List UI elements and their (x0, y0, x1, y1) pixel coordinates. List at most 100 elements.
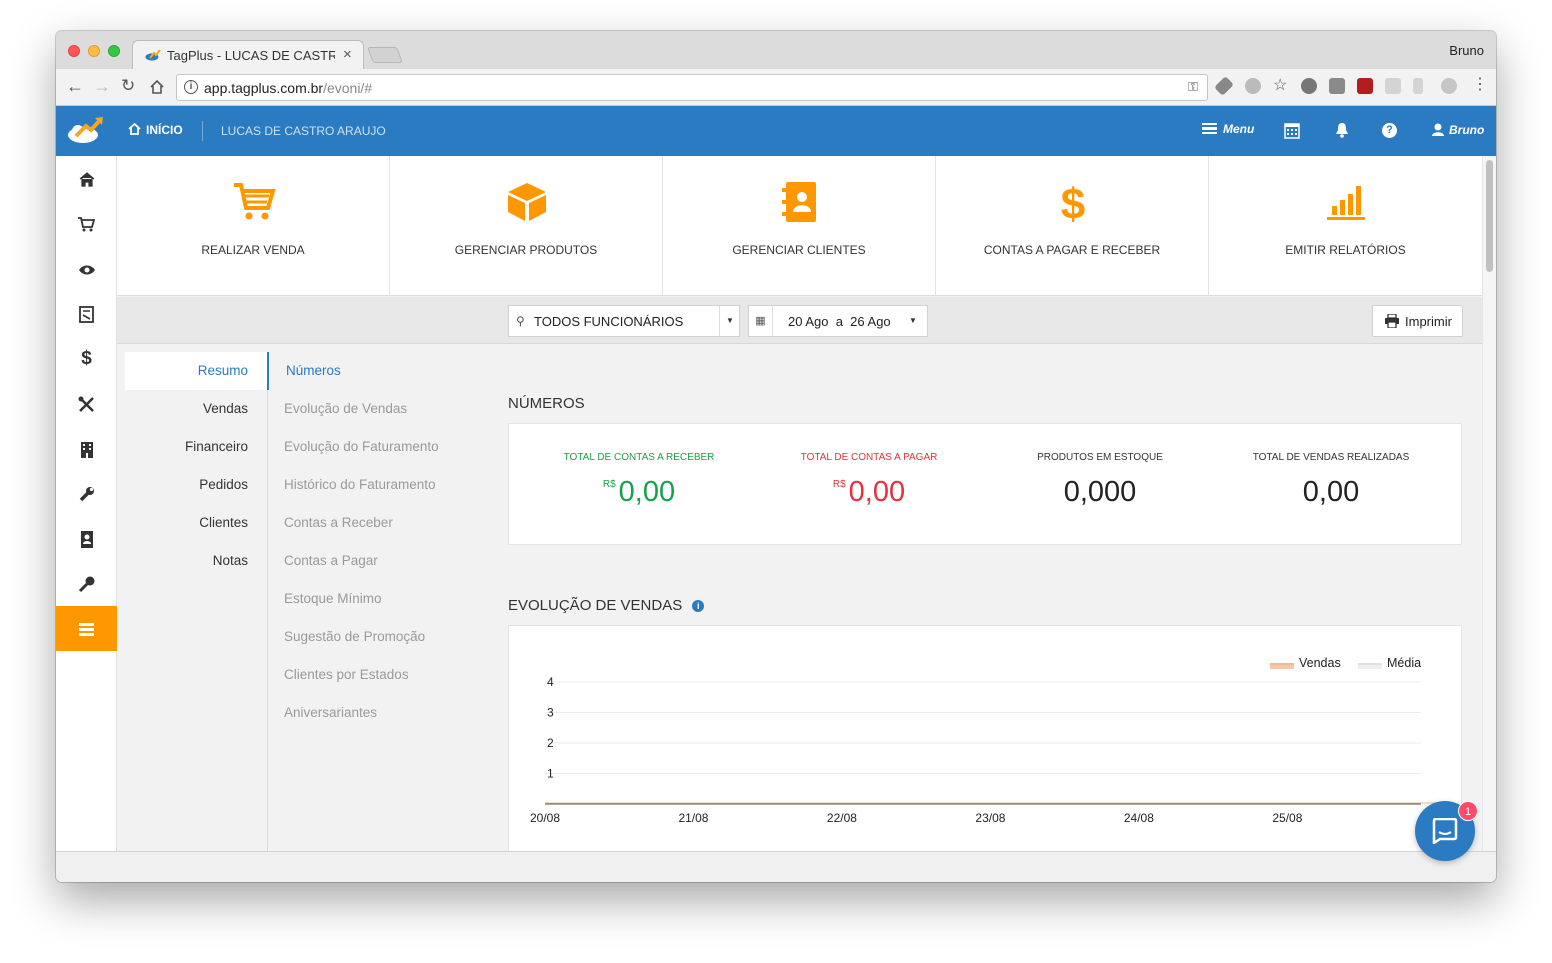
help-icon[interactable]: ? (1382, 123, 1397, 138)
stat-value: 0,000 (1063, 476, 1137, 508)
category-vendas[interactable]: Vendas (125, 390, 268, 428)
trash-extension-icon[interactable] (1413, 78, 1423, 94)
extension-red-icon[interactable] (1357, 78, 1373, 94)
browser-menu-icon[interactable]: ⋮ (1472, 74, 1488, 93)
user-menu[interactable]: Bruno (1449, 123, 1484, 137)
company-name[interactable]: LUCAS DE CASTRO ARAUJO (221, 124, 386, 138)
browser-tab[interactable]: TagPlus - LUCAS DE CASTRO × (132, 40, 364, 69)
printer-icon (1385, 314, 1399, 328)
sales-chart-title: EVOLUÇÃO DE VENDAS i (508, 597, 705, 614)
sidebar-tools-icon[interactable] (56, 381, 117, 426)
chat-notification-badge: 1 (1458, 801, 1478, 821)
dollar-icon: $ (1061, 182, 1085, 224)
site-info-icon[interactable]: i (184, 80, 198, 94)
url-text: app.tagplus.com.br/evoni/# (204, 80, 373, 96)
y-tick-label: 2 (547, 736, 554, 750)
quick-actions: REALIZAR VENDA GERENCIAR PRODUTOS GERENC… (117, 156, 1482, 296)
subsection-sugestao-promocao[interactable]: Sugestão de Promoção (284, 618, 425, 656)
info-icon[interactable]: i (692, 600, 705, 612)
tab-close-icon[interactable]: × (343, 46, 352, 63)
minimize-window-button[interactable] (88, 45, 100, 57)
bell-icon[interactable] (1335, 122, 1349, 138)
bookmark-star-icon[interactable]: ☆ (1273, 75, 1289, 94)
main-content: REALIZAR VENDA GERENCIAR PRODUTOS GERENC… (117, 156, 1482, 851)
subsection-numeros[interactable]: Números (286, 352, 341, 390)
subsection-clientes-estados[interactable]: Clientes por Estados (284, 656, 409, 694)
action-label: REALIZAR VENDA (201, 243, 305, 257)
forward-arrow-icon[interactable]: → (93, 76, 111, 97)
subsection-estoque-minimo[interactable]: Estoque Mínimo (284, 580, 382, 618)
key-icon[interactable]: ⚿ (1188, 79, 1198, 95)
reload-icon[interactable]: ↻ (121, 76, 135, 96)
browser-window: TagPlus - LUCAS DE CASTRO × Bruno ← → ↻ … (56, 31, 1496, 882)
bar-chart-icon (1327, 186, 1365, 220)
category-resumo[interactable]: Resumo (125, 352, 268, 390)
subsection-contas-receber[interactable]: Contas a Receber (284, 504, 393, 542)
sidebar-eye-icon[interactable] (56, 246, 117, 291)
user-icon (1432, 123, 1444, 136)
back-arrow-icon[interactable]: ← (66, 76, 84, 97)
sales-chart-svg: 123420/0821/0822/0823/0824/0825/0826/08 (530, 675, 1451, 825)
print-button-label: Imprimir (1405, 314, 1452, 329)
extension-gear-icon[interactable] (1245, 78, 1261, 94)
address-bar[interactable]: i app.tagplus.com.br/evoni/# ⚿ (176, 74, 1208, 101)
subsection-historico-faturamento[interactable]: Histórico do Faturamento (284, 466, 436, 504)
menu-button[interactable]: Menu (1223, 122, 1254, 136)
y-tick-label: 4 (547, 675, 554, 689)
action-label: GERENCIAR CLIENTES (732, 243, 866, 257)
sidebar-home-icon[interactable] (56, 156, 117, 201)
new-tab-button[interactable] (367, 47, 403, 63)
maximize-window-button[interactable] (108, 45, 120, 57)
subsection-contas-pagar[interactable]: Contas a Pagar (284, 542, 378, 580)
home-icon[interactable] (149, 79, 165, 95)
menu-divider (267, 352, 268, 851)
sidebar-key-icon[interactable] (56, 561, 117, 606)
x-tick-label: 20/08 (530, 811, 560, 825)
sidebar-dollar-icon[interactable]: $ (56, 336, 117, 381)
angular-extension-icon[interactable] (1329, 78, 1345, 94)
home-link[interactable]: INÍCIO (146, 123, 183, 137)
sidebar-wrench-icon[interactable] (56, 471, 117, 516)
active-indicator (267, 352, 269, 390)
calendar-icon[interactable] (1284, 122, 1300, 139)
scrollbar-thumb[interactable] (1486, 160, 1493, 272)
browser-profile-name[interactable]: Bruno (1449, 43, 1484, 58)
employee-select[interactable]: ⚲ TODOS FUNCIONÁRIOS ▼ (508, 305, 740, 337)
category-notas[interactable]: Notas (125, 542, 268, 580)
subsection-aniversariantes[interactable]: Aniversariantes (284, 694, 377, 732)
action-realizar-venda[interactable]: REALIZAR VENDA (117, 156, 390, 296)
action-contas[interactable]: $ CONTAS A PAGAR E RECEBER (936, 156, 1209, 296)
action-gerenciar-clientes[interactable]: GERENCIAR CLIENTES (663, 156, 936, 296)
extension-circle-icon[interactable] (1301, 78, 1317, 94)
category-financeiro[interactable]: Financeiro (125, 428, 268, 466)
page-scrollbar[interactable] (1482, 156, 1496, 851)
subsection-evolucao-vendas[interactable]: Evolução de Vendas (284, 390, 407, 428)
tagplus-logo-icon[interactable] (66, 115, 106, 145)
react-extension-icon[interactable] (1441, 78, 1457, 94)
sidebar-cart-icon[interactable] (56, 201, 117, 246)
x-tick-label: 23/08 (975, 811, 1005, 825)
extension-grey-icon[interactable] (1385, 78, 1401, 94)
eyedropper-icon[interactable] (1214, 76, 1234, 96)
date-range-select[interactable]: ▦ 20 Ago a 26 Ago ▼ (748, 305, 928, 337)
calendar-icon: ▦ (749, 306, 773, 336)
action-emitir-relatorios[interactable]: EMITIR RELATÓRIOS (1209, 156, 1482, 296)
category-clientes[interactable]: Clientes (125, 504, 268, 542)
action-gerenciar-produtos[interactable]: GERENCIAR PRODUTOS (390, 156, 663, 296)
browser-toolbar: ← → ↻ i app.tagplus.com.br/evoni/# ⚿ ☆ ⋮ (56, 69, 1496, 106)
subsection-evolucao-faturamento[interactable]: Evolução do Faturamento (284, 428, 439, 466)
sidebar-invoice-icon[interactable] (56, 291, 117, 336)
close-window-button[interactable] (68, 45, 80, 57)
stat-label: TOTAL DE VENDAS REALIZADAS (1252, 452, 1410, 463)
sidebar-building-icon[interactable] (56, 426, 117, 471)
action-label: GERENCIAR PRODUTOS (454, 243, 598, 257)
category-pedidos[interactable]: Pedidos (125, 466, 268, 504)
y-tick-label: 3 (547, 706, 554, 720)
cart-icon (234, 183, 276, 220)
stat-label: TOTAL DE CONTAS A PAGAR (800, 452, 938, 463)
sidebar-address-book-icon[interactable] (56, 516, 117, 561)
print-button[interactable]: Imprimir (1372, 305, 1463, 337)
sidebar-list-icon[interactable] (56, 606, 117, 651)
box-icon (508, 183, 546, 221)
stat-value: 0,00 (1302, 476, 1360, 508)
